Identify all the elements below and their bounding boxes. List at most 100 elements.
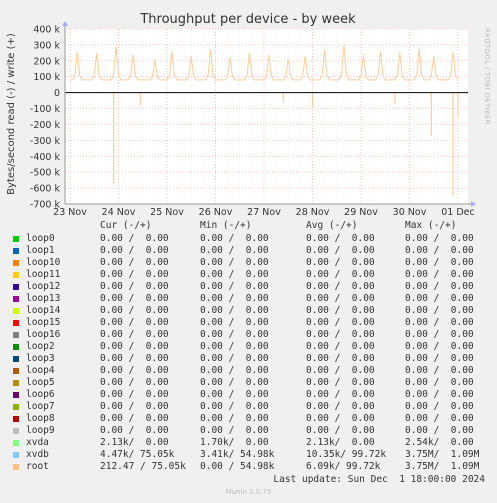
legend-max: 3.75M/ 1.09M <box>405 449 480 460</box>
legend-avg: 0.00 / 0.00 <box>306 293 375 304</box>
legend-min: 0.00 / 0.00 <box>200 233 269 244</box>
legend-name: loop2 <box>26 341 55 352</box>
legend-cur: 0.00 / 0.00 <box>100 329 169 340</box>
munin-version: Munin 2.0.75 <box>225 488 272 496</box>
legend-header-max: Max (-/+) <box>405 220 457 231</box>
legend-swatch <box>13 344 19 350</box>
legend-max: 0.00 / 0.00 <box>405 269 474 280</box>
legend-name: loop13 <box>26 293 61 304</box>
legend-max: 0.00 / 0.00 <box>405 353 474 364</box>
x-tick-label: 24 Nov <box>102 207 136 215</box>
legend-cur: 0.00 / 0.00 <box>100 353 169 364</box>
legend-avg: 0.00 / 0.00 <box>306 365 375 376</box>
legend-min: 1.70k/ 0.00 <box>200 437 269 448</box>
legend-min: 0.00 / 0.00 <box>200 365 269 376</box>
plot-area <box>65 29 468 204</box>
legend-avg: 0.00 / 0.00 <box>306 401 375 412</box>
legend-min: 0.00 / 0.00 <box>200 245 269 256</box>
legend-name: loop12 <box>26 281 61 292</box>
y-tick-label: 400 k <box>33 25 60 36</box>
legend-cur: 0.00 / 0.00 <box>100 245 169 256</box>
legend-max: 0.00 / 0.00 <box>405 401 474 412</box>
legend-swatch <box>13 404 19 410</box>
x-tick-label: 23 Nov <box>53 207 87 215</box>
legend-avg: 0.00 / 0.00 <box>306 269 375 280</box>
legend-name: loop8 <box>26 413 55 424</box>
legend-avg: 0.00 / 0.00 <box>306 341 375 352</box>
legend-avg: 0.00 / 0.00 <box>306 245 375 256</box>
legend-name: loop9 <box>26 425 55 436</box>
legend-avg: 2.13k/ 0.00 <box>306 437 375 448</box>
legend-min: 0.00 / 0.00 <box>200 257 269 268</box>
y-tick-label: -400 k <box>30 152 61 163</box>
legend-cur: 0.00 / 0.00 <box>100 413 169 424</box>
legend-avg: 0.00 / 0.00 <box>306 257 375 268</box>
legend-swatch <box>13 356 19 362</box>
legend-min: 0.00 / 0.00 <box>200 353 269 364</box>
legend-name: loop1 <box>26 245 55 256</box>
legend-name: loop10 <box>26 257 61 268</box>
legend-cur: 0.00 / 0.00 <box>100 389 169 400</box>
legend-header: Cur (-/+) Min (-/+) Avg (-/+) Max (-/+) <box>8 220 456 232</box>
legend-max: 0.00 / 0.00 <box>405 293 474 304</box>
legend-max: 0.00 / 0.00 <box>405 245 474 256</box>
legend-name: loop11 <box>26 269 61 280</box>
legend-avg: 10.35k/ 99.72k <box>306 449 387 460</box>
legend-name: loop16 <box>26 329 61 340</box>
legend-swatch <box>13 248 19 254</box>
legend-max: 0.00 / 0.00 <box>405 257 474 268</box>
legend-min: 0.00 / 0.00 <box>200 389 269 400</box>
legend-min: 0.00 / 54.98k <box>200 461 275 472</box>
legend-avg: 0.00 / 0.00 <box>306 413 375 424</box>
legend-swatch <box>13 296 19 302</box>
legend-name: loop15 <box>26 317 61 328</box>
legend-cur: 4.47k/ 75.05k <box>100 449 175 460</box>
y-tick-label: -500 k <box>30 168 61 179</box>
legend-max: 0.00 / 0.00 <box>405 233 474 244</box>
legend-cur: 0.00 / 0.00 <box>100 293 169 304</box>
legend-cur: 0.00 / 0.00 <box>100 401 169 412</box>
legend-max: 2.54k/ 0.00 <box>405 437 474 448</box>
legend-swatch <box>13 464 19 470</box>
y-tick-label: -200 k <box>30 120 61 131</box>
legend-min: 0.00 / 0.00 <box>200 425 269 436</box>
x-tick-label: 26 Nov <box>199 207 233 215</box>
y-tick-label: -100 k <box>30 104 61 115</box>
legend-swatch <box>13 392 19 398</box>
legend-avg: 0.00 / 0.00 <box>306 389 375 400</box>
legend-max: 0.00 / 0.00 <box>405 305 474 316</box>
legend-avg: 0.00 / 0.00 <box>306 353 375 364</box>
legend-swatch <box>13 380 19 386</box>
legend-max: 0.00 / 0.00 <box>405 281 474 292</box>
legend-min: 0.00 / 0.00 <box>200 341 269 352</box>
legend-swatch <box>13 440 19 446</box>
legend-avg: 6.09k/ 99.72k <box>306 461 381 472</box>
legend-min: 0.00 / 0.00 <box>200 293 269 304</box>
x-tick-label: 27 Nov <box>247 207 281 215</box>
y-tick-label: -300 k <box>30 136 61 147</box>
legend-min: 0.00 / 0.00 <box>200 401 269 412</box>
chart: Throughput per device - by week Bytes/se… <box>6 12 491 215</box>
legend-avg: 0.00 / 0.00 <box>306 317 375 328</box>
x-tick-label: 01 Dec <box>441 207 475 215</box>
y-axis-label: Bytes/second read (-) / write (+) <box>6 33 17 195</box>
legend-name: xvdb <box>26 449 49 460</box>
legend-min: 0.00 / 0.00 <box>200 269 269 280</box>
legend-swatch <box>13 452 19 458</box>
legend-max: 0.00 / 0.00 <box>405 329 474 340</box>
x-tick-label: 29 Nov <box>344 207 378 215</box>
legend-cur: 0.00 / 0.00 <box>100 365 169 376</box>
legend-swatch <box>13 320 19 326</box>
legend-avg: 0.00 / 0.00 <box>306 281 375 292</box>
legend-name: root <box>26 461 49 472</box>
legend-name: loop6 <box>26 389 55 400</box>
legend-avg: 0.00 / 0.00 <box>306 305 375 316</box>
legend-cur: 212.47 / 75.05k <box>100 461 186 472</box>
legend-swatch <box>13 284 19 290</box>
legend-header-cur: Cur (-/+) <box>100 220 152 231</box>
legend-cur: 0.00 / 0.00 <box>100 341 169 352</box>
legend-min: 0.00 / 0.00 <box>200 305 269 316</box>
chart-title: Throughput per device - by week <box>139 12 356 27</box>
legend-max: 3.75M/ 1.09M <box>405 461 480 472</box>
legend-swatch <box>13 260 19 266</box>
